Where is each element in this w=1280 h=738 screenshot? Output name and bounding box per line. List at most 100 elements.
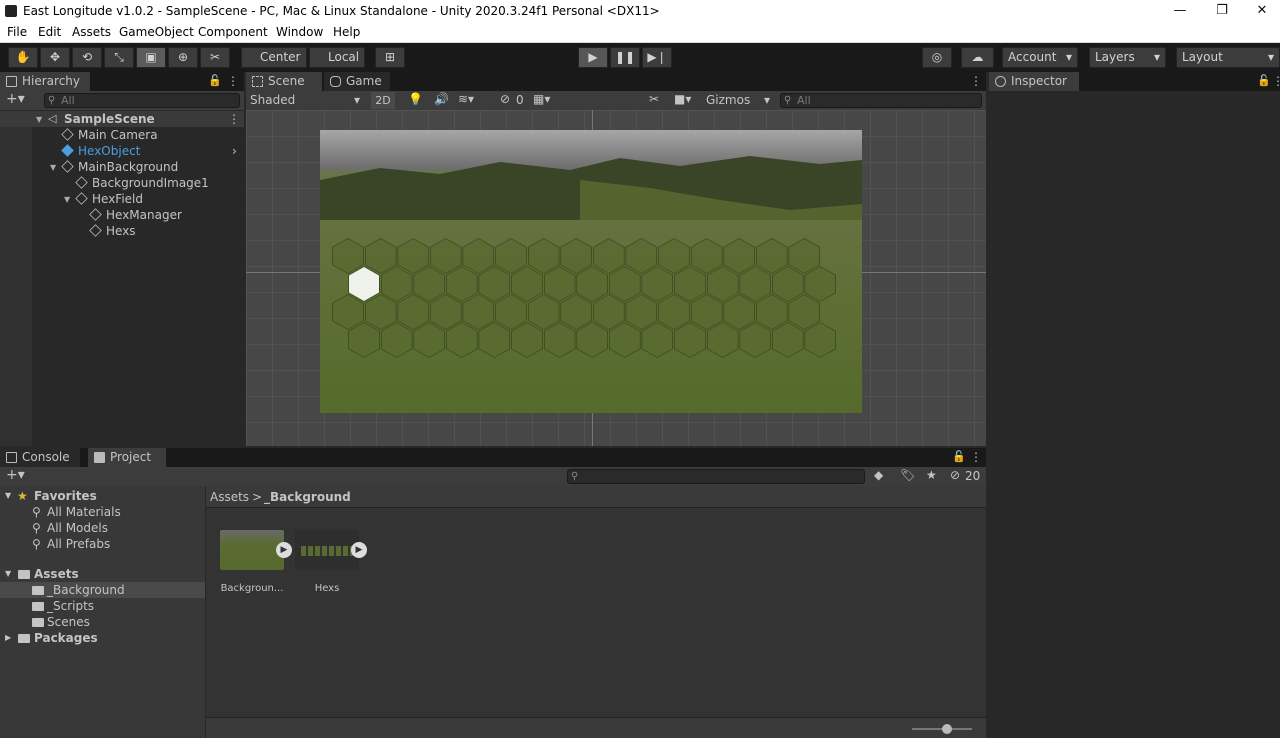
account-label: Account [1008, 50, 1057, 64]
tree-assets[interactable]: ▼ Assets [0, 566, 205, 582]
item-label: HexObject [78, 144, 141, 158]
space-label: Local [328, 50, 360, 64]
expand-arrow-icon[interactable]: ▼ [64, 192, 70, 208]
expand-arrow-icon[interactable]: ▼ [50, 160, 56, 176]
search-by-label-icon[interactable]: 🏷 [900, 468, 915, 482]
shading-label: Shaded [250, 93, 296, 107]
tab-console[interactable]: Console [0, 448, 80, 467]
lighting-icon[interactable]: 💡 [408, 92, 423, 106]
tree-all-prefabs[interactable]: ⚲ All Prefabs [0, 536, 205, 552]
pivot-center-toggle[interactable]: Center [241, 47, 307, 68]
tab-inspector[interactable]: Inspector [989, 72, 1079, 91]
tree-folder-scripts[interactable]: _Scripts [0, 598, 205, 614]
gizmos-dropdown[interactable]: Gizmos ▾ [706, 92, 770, 109]
tab-project[interactable]: Project [88, 448, 166, 467]
tab-game-label: Game [346, 74, 382, 88]
shading-mode-dropdown[interactable]: Shaded ▾ [246, 92, 364, 109]
maximize-button[interactable]: ❐ [1202, 2, 1242, 20]
asset-label: Hexs [314, 583, 340, 594]
more-icon[interactable]: ⋮ [227, 74, 239, 88]
menu-file[interactable]: File [7, 25, 27, 39]
step-button[interactable]: ▶❘ [642, 47, 672, 68]
expand-arrow-icon[interactable]: ▼ [5, 566, 11, 582]
hierarchy-item-hexs[interactable]: Hexs [0, 223, 244, 239]
cloud-icon[interactable]: ☁ [961, 47, 994, 68]
layout-dropdown[interactable]: Layout ▾ [1176, 47, 1280, 68]
menu-component[interactable]: Component [198, 25, 268, 39]
transform-tool-icon[interactable]: ⊕ [168, 47, 198, 68]
scale-tool-icon[interactable]: ⤡ [104, 47, 134, 68]
hierarchy-item-mainbackground[interactable]: ▼ MainBackground [0, 159, 244, 175]
more-icon[interactable]: ⋮ [1272, 74, 1280, 88]
project-search-input[interactable] [567, 469, 865, 484]
add-icon[interactable]: +▾ [6, 91, 25, 107]
play-icon[interactable]: ▶ [276, 542, 292, 558]
play-button[interactable]: ▶ [578, 47, 608, 68]
expand-arrow-icon[interactable]: ▼ [36, 112, 42, 128]
asset-thumbnail [220, 530, 284, 570]
hierarchy-item-main-camera[interactable]: Main Camera [0, 127, 244, 143]
tab-hierarchy[interactable]: Hierarchy [0, 72, 90, 91]
breadcrumb-current[interactable]: _Background [264, 490, 351, 504]
menu-gameobject[interactable]: GameObject [119, 25, 194, 39]
minimize-button[interactable]: — [1160, 2, 1200, 20]
hidden-packages-icon[interactable]: ⊘ [950, 468, 960, 482]
tab-game[interactable]: Game [324, 72, 390, 91]
menu-help[interactable]: Help [333, 25, 360, 39]
expand-arrow-icon[interactable]: ▼ [5, 488, 11, 504]
toggle-2d-button[interactable]: 2D [371, 92, 395, 109]
chevron-right-icon[interactable]: › [232, 143, 237, 159]
add-icon[interactable]: +▾ [6, 467, 25, 483]
pause-button[interactable]: ❚❚ [610, 47, 640, 68]
tree-folder-background[interactable]: _Background [0, 582, 205, 598]
hierarchy-item-hexobject[interactable]: HexObject › [0, 143, 244, 159]
account-dropdown[interactable]: Account ▾ [1002, 47, 1078, 68]
breadcrumb-assets[interactable]: Assets [210, 490, 249, 504]
search-icon: ⚲ [32, 537, 41, 551]
tree-all-materials[interactable]: ⚲ All Materials [0, 504, 205, 520]
layers-dropdown[interactable]: Layers ▾ [1089, 47, 1166, 68]
effects-icon[interactable]: ≋▾ [458, 92, 474, 106]
audio-icon[interactable]: 🔊 [434, 92, 449, 106]
play-icon[interactable]: ▶ [351, 542, 367, 558]
grid-snap-icon[interactable]: ⊞ [375, 47, 405, 68]
tree-folder-scenes[interactable]: Scenes [0, 614, 205, 630]
tree-all-models[interactable]: ⚲ All Models [0, 520, 205, 536]
lock-icon[interactable]: 🔓 [208, 74, 222, 87]
hierarchy-scene-row[interactable]: ▼ ◁ SampleScene ⋮ [0, 111, 244, 127]
tab-scene[interactable]: Scene [246, 72, 322, 91]
more-icon[interactable]: ⋮ [970, 74, 982, 88]
search-by-type-icon[interactable]: ◆ [874, 468, 883, 482]
lock-icon[interactable]: 🔓 [1257, 74, 1271, 87]
hand-tool-icon[interactable]: ✋ [8, 47, 38, 68]
collapse-arrow-icon[interactable]: ▶ [5, 630, 11, 646]
collab-icon[interactable]: ◎ [922, 47, 952, 68]
tree-favorites[interactable]: ▼ ★ Favorites [0, 488, 205, 504]
close-button[interactable]: ✕ [1242, 2, 1280, 20]
scene-viewport[interactable] [246, 110, 986, 446]
item-label: _Background [47, 583, 125, 597]
menu-edit[interactable]: Edit [38, 25, 61, 39]
hierarchy-item-hexfield[interactable]: ▼ HexField [0, 191, 244, 207]
favorite-star-icon[interactable]: ★ [926, 468, 937, 482]
rect-tool-icon[interactable]: ▣ [136, 47, 166, 68]
pivot-space-toggle[interactable]: Local [309, 47, 365, 68]
hierarchy-item-backgroundimage1[interactable]: BackgroundImage1 [0, 175, 244, 191]
hierarchy-item-hexmanager[interactable]: HexManager [0, 207, 244, 223]
custom-tool-icon[interactable]: ✂ [200, 47, 230, 68]
grid-toggle-icon[interactable]: ▦▾ [533, 92, 550, 106]
lock-icon[interactable]: 🔓 [952, 450, 966, 463]
more-icon[interactable]: ⋮ [970, 450, 982, 464]
scene-search-input[interactable]: All [780, 93, 982, 108]
menu-assets[interactable]: Assets [72, 25, 111, 39]
tree-packages[interactable]: ▶ Packages [0, 630, 205, 646]
camera-icon[interactable]: ■▾ [674, 92, 691, 106]
hidden-objects-icon[interactable]: ⊘ [500, 92, 510, 106]
menu-window[interactable]: Window [276, 25, 323, 39]
move-tool-icon[interactable]: ✥ [40, 47, 70, 68]
zoom-slider-handle[interactable] [942, 724, 952, 734]
rotate-tool-icon[interactable]: ⟲ [72, 47, 102, 68]
hierarchy-search-input[interactable]: All [44, 93, 240, 108]
tools-icon[interactable]: ✂ [649, 92, 659, 106]
scene-more-icon[interactable]: ⋮ [228, 111, 240, 127]
